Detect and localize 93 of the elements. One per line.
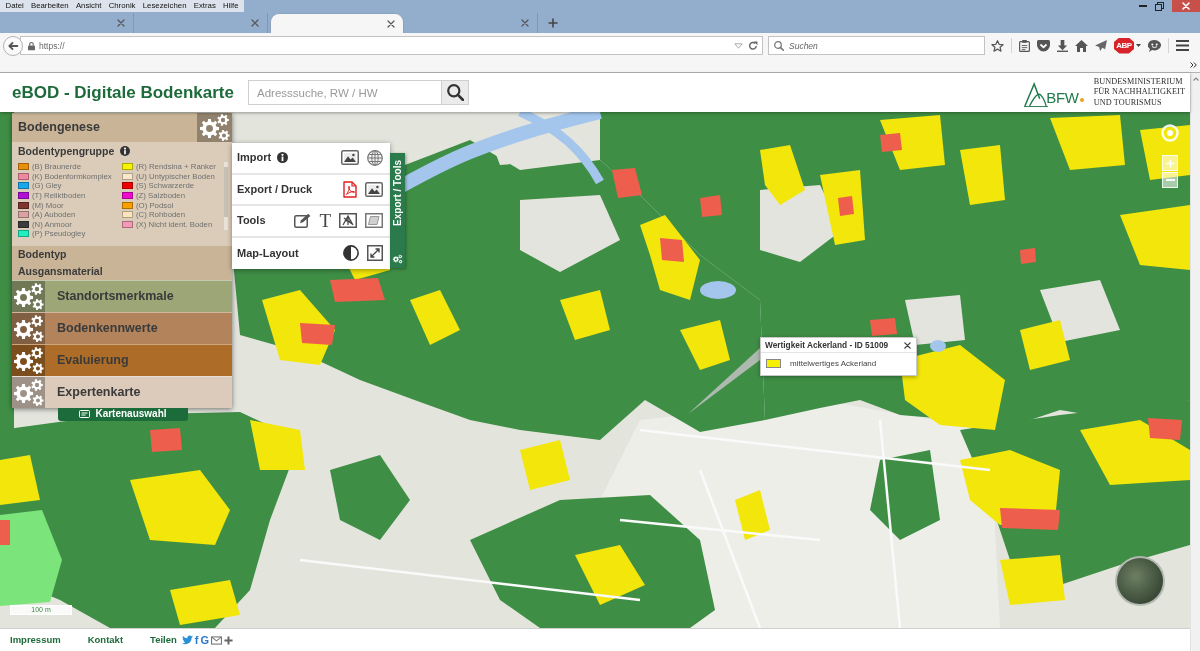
logo-text: BFW	[1046, 89, 1079, 105]
layer-category-button[interactable]: Expertenkarte	[12, 375, 232, 408]
soil-area	[960, 145, 1005, 205]
soil-area	[700, 195, 722, 217]
fullscreen-icon[interactable]	[367, 245, 383, 262]
export-tools-tab[interactable]: Export / Tools	[390, 153, 405, 268]
legend-scrollbar	[224, 162, 228, 230]
double-chevron-icon[interactable]	[1190, 62, 1197, 68]
map-icon	[79, 410, 91, 419]
gears-icon	[12, 344, 45, 376]
new-tab-icon[interactable]	[548, 18, 558, 28]
tools-section-label[interactable]: Tools	[237, 215, 266, 227]
speech-bubble-icon[interactable]	[1148, 39, 1161, 52]
globe-icon[interactable]	[367, 149, 383, 166]
lake	[700, 281, 736, 299]
footer-link[interactable]: Impressum	[10, 635, 61, 645]
soil-area	[150, 428, 182, 452]
search-icon	[774, 40, 784, 51]
address-search-field[interactable]: Adresssuche, RW / HW	[248, 80, 441, 105]
star-icon[interactable]	[991, 39, 1004, 52]
gears-icon	[12, 280, 45, 312]
contrast-icon[interactable]	[343, 245, 359, 262]
ministry-name: BUNDESMINISTERIUM FÜR NACHHALTIGKEIT UND TOURISMUS	[1093, 76, 1185, 109]
group-title[interactable]: Bodentyp	[18, 247, 67, 263]
close-icon[interactable]	[387, 19, 395, 28]
figure-icon[interactable]	[339, 213, 357, 229]
soil-area	[1120, 205, 1190, 270]
tools-section-label[interactable]: Map-Layout	[237, 247, 299, 259]
text-tool-icon[interactable]: T	[319, 211, 331, 231]
reload-icon[interactable]	[748, 40, 758, 51]
legend-label: mittelwertiges Ackerland	[790, 359, 877, 368]
restore-icon[interactable]	[1155, 1, 1164, 11]
back-button[interactable]	[3, 35, 23, 56]
layer-category-header[interactable]: Bodengenese	[12, 113, 232, 142]
lock-icon	[28, 41, 35, 50]
share-label: Teilen	[150, 635, 177, 645]
search-icon	[446, 84, 464, 101]
mail-icon[interactable]	[211, 635, 223, 645]
close-icon	[1182, 2, 1190, 10]
popup-title: Wertigkeit Ackerland - ID 51009	[765, 341, 889, 350]
group-title[interactable]: Bodentypengruppe	[18, 143, 115, 159]
share-letter-icon[interactable]: f	[194, 634, 199, 646]
window-close-button[interactable]	[1172, 0, 1200, 12]
dot-icon	[1079, 97, 1084, 102]
plus-icon	[1165, 158, 1175, 168]
soil-area	[300, 323, 335, 345]
soil-area	[330, 278, 385, 302]
layer-category-button[interactable]: Standortsmerkmale	[12, 279, 232, 312]
soil-area	[560, 290, 610, 340]
soil-area	[0, 455, 40, 505]
soil-area	[660, 238, 684, 262]
image-icon[interactable]	[365, 181, 383, 197]
soil-area	[170, 580, 240, 625]
soil-area	[760, 145, 805, 205]
soil-area	[735, 490, 770, 540]
gears-icon	[12, 376, 45, 408]
bird-icon[interactable]	[181, 635, 193, 645]
home-icon[interactable]	[1075, 39, 1088, 52]
plus-icon[interactable]	[224, 635, 234, 645]
lake	[930, 340, 946, 352]
caret-icon[interactable]	[1136, 44, 1141, 47]
soil-area	[250, 420, 305, 470]
stop-sign-icon[interactable]: ABP	[1114, 37, 1134, 54]
soil-area	[680, 320, 730, 370]
soil-area	[612, 168, 642, 198]
image-icon[interactable]	[341, 150, 359, 166]
browser-search-field[interactable]: Suchen	[768, 36, 985, 55]
soil-area	[1020, 320, 1070, 370]
gears-icon	[12, 312, 45, 344]
tools-section-label[interactable]: Export / Druck	[237, 183, 313, 195]
pdf-icon[interactable]	[343, 180, 357, 198]
locate-icon[interactable]	[1161, 124, 1179, 142]
share-letter-icon[interactable]: G	[200, 634, 210, 646]
peak-logo-icon	[1024, 81, 1049, 108]
scroll-up-icon[interactable]	[1192, 77, 1199, 81]
edit-icon[interactable]	[294, 213, 312, 229]
footer-link[interactable]: Kontakt	[87, 635, 124, 645]
clipboard-icon[interactable]	[1019, 39, 1030, 52]
menu-icon[interactable]	[1176, 40, 1189, 51]
shield-chevron-icon[interactable]	[1037, 39, 1050, 52]
paper-plane-icon[interactable]	[1095, 40, 1107, 51]
gears-icon	[392, 254, 403, 264]
download-icon[interactable]	[1057, 39, 1068, 52]
soil-area	[1020, 248, 1036, 264]
close-icon[interactable]	[904, 341, 911, 349]
back-arrow-icon	[7, 40, 19, 51]
search-button[interactable]	[441, 80, 469, 105]
soil-area	[1000, 555, 1065, 605]
site-title: eBOD - Digitale Bodenkarte	[12, 84, 234, 101]
url-field[interactable]: https://	[20, 36, 763, 55]
layer-icon[interactable]	[365, 213, 383, 229]
tools-section-label[interactable]: Import	[237, 152, 272, 164]
soil-area	[410, 290, 460, 345]
